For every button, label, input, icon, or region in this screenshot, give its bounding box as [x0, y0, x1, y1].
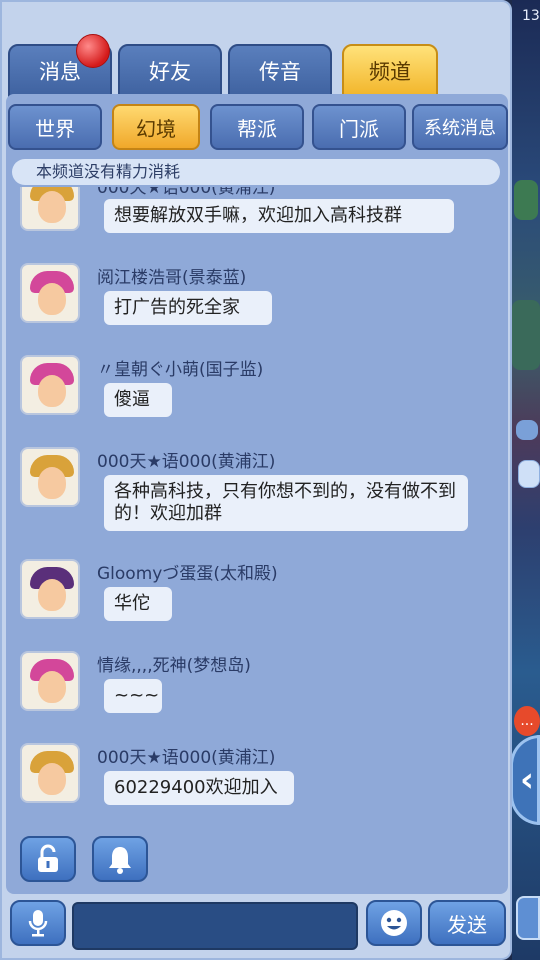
- channel-tab-guild[interactable]: 帮派: [210, 104, 304, 150]
- avatar-pink-hair[interactable]: [20, 263, 80, 323]
- mic-icon: [28, 910, 48, 937]
- message-bubble: ~~~: [104, 679, 162, 713]
- notification-bell-button[interactable]: [92, 836, 148, 882]
- message-item: 〃皇朝ぐ小萌(国子监) 傻逼: [10, 355, 506, 435]
- avatar-face: [38, 283, 66, 315]
- input-bar: 发送: [0, 892, 512, 960]
- scene-marker: [516, 420, 538, 440]
- message-item: 000天★语000(黄浦江) 想要解放双手嘛，欢迎加入高科技群: [10, 187, 506, 247]
- tab-channel[interactable]: 频道: [342, 44, 438, 98]
- tab-messages[interactable]: 消息: [8, 34, 112, 98]
- collapse-panel-toggle[interactable]: ‹: [510, 735, 540, 825]
- message-sender: 阅江楼浩哥(景泰蓝): [97, 268, 247, 288]
- message-sender: 情缘,,,,死神(梦想岛): [97, 656, 251, 676]
- message-bubble: 60229400欢迎加入: [104, 771, 294, 805]
- message-bubble: 傻逼: [104, 383, 172, 417]
- avatar-face: [38, 375, 66, 407]
- tab-voice-label: 传音: [259, 60, 301, 84]
- avatar-purple-hair[interactable]: [20, 559, 80, 619]
- message-sender: 000天★语000(黄浦江): [97, 187, 276, 198]
- tab-voice[interactable]: 传音: [228, 44, 332, 98]
- avatar-pink-hair[interactable]: [20, 355, 80, 415]
- channel-tab-system-label: 系统消息: [424, 118, 496, 139]
- send-button[interactable]: 发送: [428, 900, 506, 946]
- scroll-lock-button[interactable]: [20, 836, 76, 882]
- message-item: 000天★语000(黄浦江) 各种高科技，只有你想不到的，没有做不到的！欢迎加群: [10, 447, 506, 547]
- avatar-pink-hair[interactable]: [20, 651, 80, 711]
- scene-label: [518, 460, 540, 488]
- channel-tab-illusion[interactable]: 幻境: [112, 104, 200, 150]
- channel-tab-guild-label: 帮派: [237, 116, 277, 141]
- message-bubble: 打广告的死全家: [104, 291, 272, 325]
- chat-panel: 消息 好友 传音 频道 世界 幻境 帮派 门派 系统消息 本频道没有精力消耗 0…: [0, 0, 512, 960]
- channel-tab-illusion-label: 幻境: [136, 116, 176, 141]
- tab-messages-label: 消息: [39, 60, 81, 84]
- emoji-icon: [381, 910, 407, 936]
- message-item: 情缘,,,,死神(梦想岛) ~~~: [10, 651, 506, 731]
- emoji-button[interactable]: [366, 900, 422, 946]
- avatar-face: [38, 467, 66, 499]
- message-sender: 〃皇朝ぐ小萌(国子监): [97, 360, 264, 380]
- message-item: 000天★语000(黄浦江) 60229400欢迎加入: [10, 743, 506, 823]
- message-item: 阅江楼浩哥(景泰蓝) 打广告的死全家: [10, 263, 506, 343]
- avatar-face: [38, 671, 66, 703]
- avatar-face: [38, 191, 66, 223]
- channel-tab-sect[interactable]: 门派: [312, 104, 406, 150]
- scene-side-button[interactable]: [516, 896, 540, 940]
- scene-cactus: [512, 300, 540, 370]
- voice-input-button[interactable]: [10, 900, 66, 946]
- tab-friends[interactable]: 好友: [118, 44, 222, 98]
- avatar-headdress[interactable]: [20, 743, 80, 803]
- channel-tab-world-label: 世界: [35, 116, 75, 141]
- message-sender: 000天★语000(黄浦江): [97, 452, 276, 472]
- message-bubble: 想要解放双手嘛，欢迎加入高科技群: [104, 199, 454, 233]
- message-bubble: 华佗: [104, 587, 172, 621]
- scene-tree: [514, 180, 538, 220]
- message-sender: Gloomyづ蛋蛋(太和殿): [97, 564, 278, 584]
- tab-friends-label: 好友: [149, 60, 191, 84]
- channel-tab-system[interactable]: 系统消息: [412, 104, 508, 150]
- channel-tab-world[interactable]: 世界: [8, 104, 102, 150]
- message-item: Gloomyづ蛋蛋(太和殿) 华佗: [10, 559, 506, 639]
- avatar-face: [38, 763, 66, 795]
- tab-channel-label: 频道: [369, 60, 411, 84]
- channel-tab-sect-label: 门派: [339, 116, 379, 141]
- channel-notice: 本频道没有精力消耗: [12, 159, 500, 185]
- chevron-left-icon: ‹: [519, 760, 534, 800]
- avatar-headdress[interactable]: [20, 447, 80, 507]
- avatar-headdress[interactable]: [20, 187, 80, 231]
- bell-icon: [109, 847, 131, 874]
- unread-badge-dot: [76, 34, 110, 68]
- side-notification-badge: ...: [514, 706, 540, 736]
- unlock-icon: [38, 844, 58, 872]
- chat-message-input[interactable]: [72, 902, 358, 950]
- message-bubble: 各种高科技，只有你想不到的，没有做不到的！欢迎加群: [104, 475, 468, 531]
- message-list[interactable]: 000天★语000(黄浦江) 想要解放双手嘛，欢迎加入高科技群 阅江楼浩哥(景泰…: [10, 187, 506, 827]
- avatar-face: [38, 579, 66, 611]
- message-sender: 000天★语000(黄浦江): [97, 748, 276, 768]
- clock-text: 13: [522, 8, 540, 24]
